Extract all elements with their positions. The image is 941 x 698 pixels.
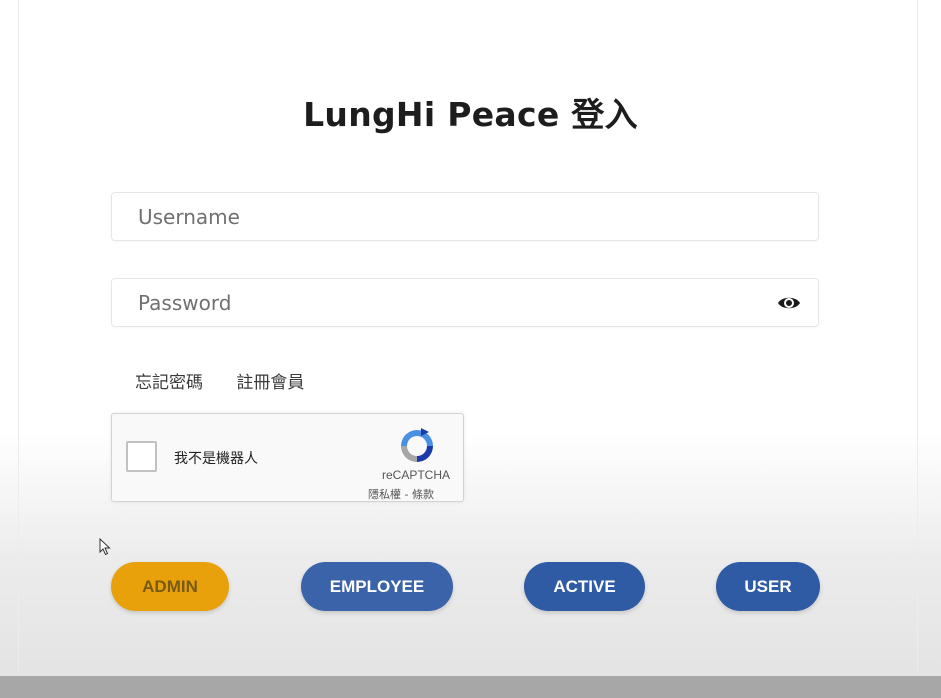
register-link[interactable]: 註冊會員: [236, 373, 304, 393]
recaptcha-checkbox[interactable]: [126, 441, 157, 472]
eye-icon[interactable]: [776, 292, 802, 314]
mouse-cursor-icon: [99, 538, 111, 556]
recaptcha-widget: 我不是機器人 reCAPTCHA 隱私權 - 條款: [111, 413, 464, 502]
password-field-container: [111, 278, 819, 327]
recaptcha-brand: reCAPTCHA: [382, 468, 451, 482]
user-role-button[interactable]: USER: [716, 562, 820, 611]
recaptcha-label: 我不是機器人: [174, 451, 258, 467]
password-input[interactable]: [112, 279, 818, 326]
bottom-bar: [0, 676, 941, 698]
username-input[interactable]: [112, 193, 818, 240]
active-role-button[interactable]: ACTIVE: [524, 562, 645, 611]
recaptcha-logo-icon: [401, 428, 433, 462]
page-title: LungHi Peace 登入: [303, 95, 638, 134]
username-field-container: [111, 192, 819, 241]
forgot-password-link[interactable]: 忘記密碼: [135, 373, 203, 393]
account-links: 忘記密碼 註冊會員: [135, 368, 304, 393]
admin-role-button[interactable]: ADMIN: [111, 562, 229, 611]
recaptcha-terms-link[interactable]: 隱私權 - 條款: [368, 486, 434, 502]
employee-role-button[interactable]: EMPLOYEE: [301, 562, 453, 611]
